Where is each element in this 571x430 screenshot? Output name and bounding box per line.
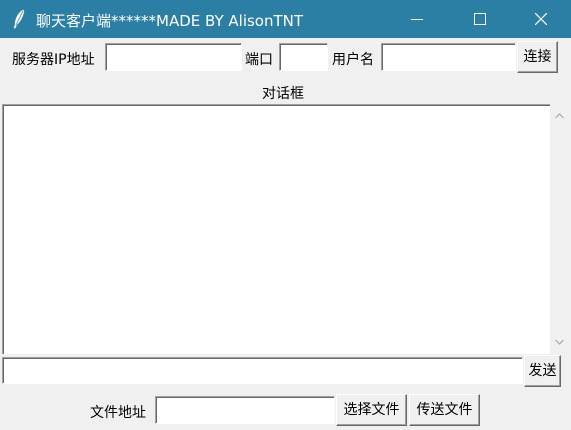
chat-history[interactable] — [2, 104, 550, 354]
port-input[interactable] — [279, 43, 328, 71]
scroll-down-arrow-icon[interactable] — [554, 338, 565, 346]
dialog-label: 对话框 — [262, 86, 304, 102]
feather-icon — [13, 9, 25, 29]
transfer-file-button[interactable]: 传送文件 — [409, 394, 480, 426]
app-window: 聊天客户端******MADE BY AlisonTNT 服务器IP地址 端口 … — [0, 0, 571, 430]
file-path-input[interactable] — [155, 396, 335, 424]
connect-button[interactable]: 连接 — [517, 41, 558, 73]
username-input[interactable] — [381, 43, 516, 71]
send-button[interactable]: 发送 — [524, 355, 561, 387]
maximize-button[interactable] — [457, 0, 503, 38]
server-ip-input[interactable] — [105, 43, 242, 71]
port-label: 端口 — [245, 52, 273, 68]
minimize-button[interactable] — [394, 0, 440, 38]
chat-scrollbar[interactable] — [550, 104, 569, 354]
window-title: 聊天客户端******MADE BY AlisonTNT — [36, 12, 304, 30]
close-icon — [535, 13, 547, 25]
title-bar[interactable]: 聊天客户端******MADE BY AlisonTNT — [0, 0, 571, 38]
server-ip-label: 服务器IP地址 — [12, 52, 95, 68]
message-input[interactable] — [2, 357, 523, 384]
client-area: 服务器IP地址 端口 用户名 连接 对话框 发送 文件地址 选择文件 传送文件 — [1, 38, 570, 429]
scroll-up-arrow-icon[interactable] — [554, 112, 565, 120]
file-path-label: 文件地址 — [90, 405, 146, 421]
choose-file-button[interactable]: 选择文件 — [336, 394, 407, 426]
maximize-icon — [474, 13, 486, 25]
username-label: 用户名 — [332, 52, 374, 68]
close-button[interactable] — [518, 0, 564, 38]
minimize-icon — [411, 19, 423, 20]
